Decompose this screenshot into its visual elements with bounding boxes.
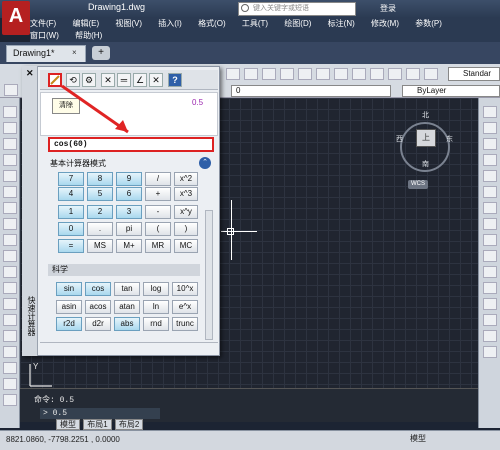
annotation-arrow (61, 84, 129, 134)
